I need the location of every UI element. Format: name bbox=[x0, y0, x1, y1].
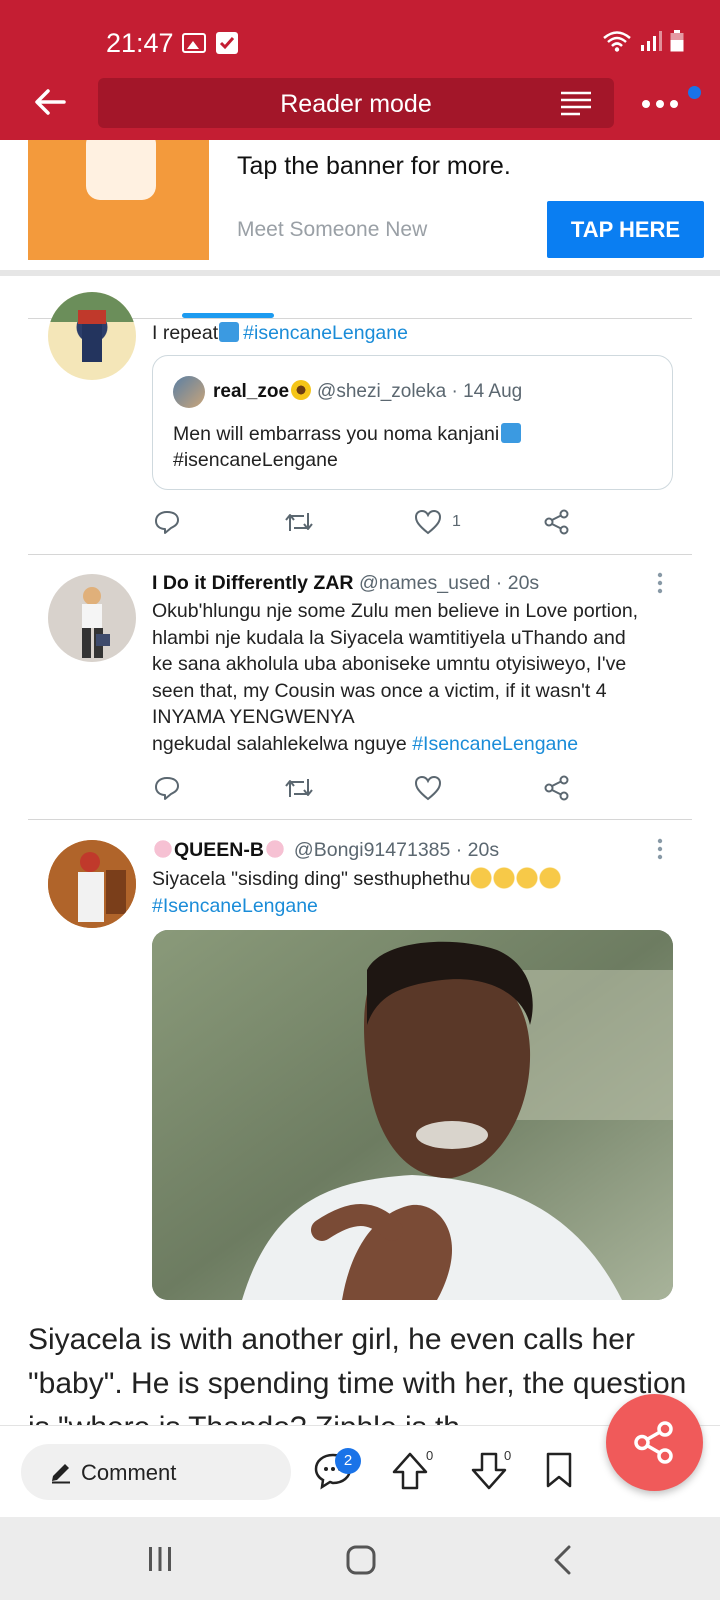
retweet-icon bbox=[285, 513, 313, 531]
retweet-button[interactable] bbox=[284, 507, 314, 537]
more-vertical-icon[interactable] bbox=[657, 572, 663, 594]
author-name[interactable]: I Do it Differently ZAR bbox=[152, 572, 354, 594]
reply-icon bbox=[155, 511, 179, 534]
pencil-icon bbox=[52, 1464, 70, 1484]
back-chevron-icon[interactable] bbox=[552, 1545, 572, 1575]
tweet-text: Okub'hlungu nje some Zulu men believe in… bbox=[152, 600, 639, 755]
top-app-bar: 21:47 Reader mode bbox=[0, 0, 720, 140]
laughing-emoji-icon bbox=[470, 867, 563, 889]
sunflower-emoji-icon bbox=[291, 380, 312, 400]
comment-count-badge: 2 bbox=[335, 1448, 361, 1474]
tap-here-button[interactable]: TAP HERE bbox=[547, 201, 704, 258]
notification-dot bbox=[688, 86, 701, 99]
bookmark-icon bbox=[546, 1452, 572, 1488]
like-count: 1 bbox=[452, 513, 461, 530]
emoji-icon bbox=[219, 322, 240, 342]
reply-button[interactable] bbox=[154, 507, 180, 537]
divider bbox=[28, 819, 692, 820]
gallery-notification-icon bbox=[182, 33, 206, 53]
handle-time: @Bongi91471385 · 20s bbox=[293, 839, 500, 861]
home-icon[interactable] bbox=[346, 1545, 376, 1575]
quote-text-line: Men will embarrass you noma kanjani bbox=[173, 423, 500, 445]
like-button[interactable] bbox=[414, 773, 442, 803]
arrow-up-icon bbox=[392, 1452, 428, 1490]
tweet-text: Siyacela "sisding ding" sesthuphethu #Is… bbox=[152, 866, 672, 919]
quote-hashtag[interactable]: #isencaneLengane bbox=[173, 447, 521, 473]
more-options-icon[interactable] bbox=[640, 98, 680, 110]
share-fab-button[interactable] bbox=[606, 1394, 703, 1491]
author-name[interactable]: QUEEN-B bbox=[174, 839, 264, 861]
reply-icon bbox=[155, 777, 179, 800]
upvote-count: 0 bbox=[426, 1448, 434, 1463]
signal-icon bbox=[641, 31, 662, 51]
article-paragraph: Siyacela is with another girl, he even c… bbox=[28, 1323, 687, 1426]
reader-mode-title: Reader mode bbox=[280, 90, 432, 118]
ad-subtitle: Meet Someone New bbox=[237, 218, 428, 241]
ad-banner[interactable]: Tap the banner for more. Meet Someone Ne… bbox=[0, 140, 720, 276]
system-navigation-bar bbox=[0, 1517, 720, 1600]
reader-mode-toggle[interactable]: Reader mode bbox=[98, 78, 614, 128]
heart-icon bbox=[414, 509, 442, 535]
emoji-icon bbox=[501, 423, 522, 443]
back-arrow-icon[interactable] bbox=[30, 82, 70, 122]
status-indicators bbox=[602, 30, 684, 52]
retweet-button[interactable] bbox=[284, 773, 314, 803]
quote-handle-time: @shezi_zoleka · 14 Aug bbox=[317, 381, 523, 402]
tweet-image[interactable] bbox=[152, 930, 673, 1300]
share-button[interactable] bbox=[544, 773, 570, 803]
arrow-down-icon bbox=[471, 1452, 507, 1490]
hashtag-link[interactable]: #isencaneLengane bbox=[243, 322, 408, 344]
handle-time: @names_used · 20s bbox=[358, 572, 540, 594]
status-time: 21:47 bbox=[106, 28, 174, 58]
ad-image bbox=[28, 140, 209, 260]
avatar[interactable] bbox=[48, 292, 136, 380]
share-icon bbox=[634, 1421, 673, 1464]
more-vertical-icon[interactable] bbox=[657, 838, 663, 860]
checkbox-notification-icon bbox=[216, 32, 238, 54]
tweet-text: I repeat bbox=[152, 322, 219, 344]
text-lines-icon bbox=[561, 91, 591, 116]
tweet-actions bbox=[152, 773, 582, 803]
recent-apps-icon[interactable] bbox=[146, 1545, 174, 1573]
divider bbox=[28, 554, 692, 555]
blossom-emoji-icon bbox=[263, 838, 286, 860]
like-button[interactable]: 1 bbox=[414, 507, 461, 537]
comment-label: Comment bbox=[81, 1460, 177, 1485]
reply-button[interactable] bbox=[154, 773, 180, 803]
tweet-actions: 1 bbox=[152, 507, 582, 537]
heart-logo-icon bbox=[86, 140, 156, 200]
hashtag-link[interactable]: #IsencaneLengane bbox=[152, 893, 672, 920]
blossom-emoji-icon bbox=[152, 838, 174, 860]
avatar[interactable] bbox=[48, 840, 136, 928]
quote-author-name: real_zoe bbox=[213, 381, 290, 402]
retweet-icon bbox=[285, 779, 313, 797]
downvote-count: 0 bbox=[504, 1448, 512, 1463]
quoted-tweet[interactable]: real_zoe @shezi_zoleka · 14 Aug Men will … bbox=[152, 355, 673, 490]
avatar[interactable] bbox=[48, 574, 136, 662]
share-button[interactable] bbox=[544, 507, 570, 537]
comment-input[interactable]: Comment bbox=[21, 1444, 291, 1500]
quote-avatar bbox=[173, 376, 205, 408]
hashtag-link[interactable]: #IsencaneLengane bbox=[412, 733, 578, 755]
battery-icon bbox=[670, 30, 684, 52]
ad-headline: Tap the banner for more. bbox=[237, 152, 511, 180]
share-icon bbox=[544, 775, 569, 801]
heart-icon bbox=[414, 775, 442, 801]
wifi-icon bbox=[603, 31, 631, 52]
share-icon bbox=[544, 509, 569, 535]
